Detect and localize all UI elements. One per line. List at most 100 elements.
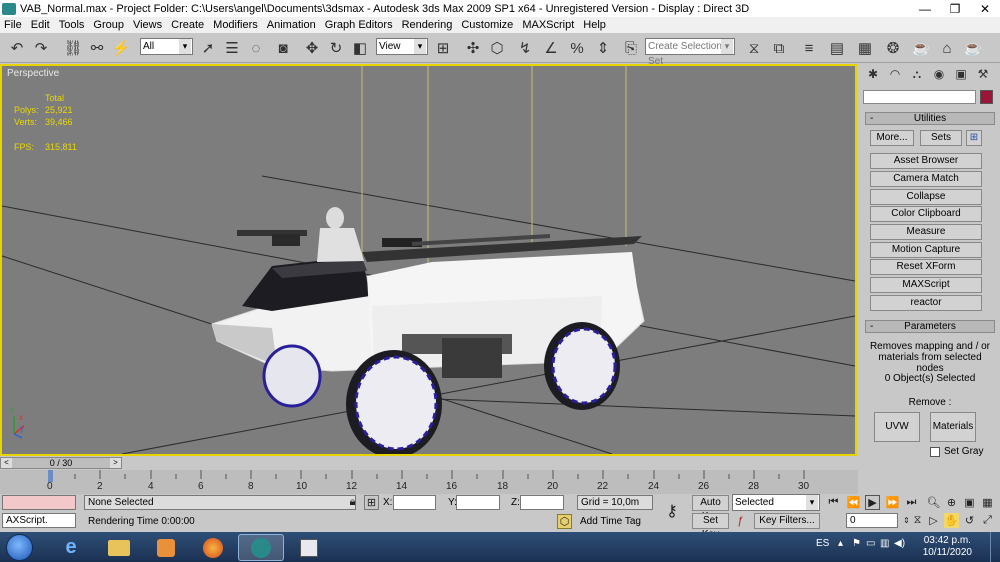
tray-flag-icon[interactable]: ⚑ xyxy=(852,538,861,549)
motion-tab-icon[interactable]: ◉ xyxy=(928,64,950,84)
use-pivot-center-icon[interactable]: ⊞ xyxy=(432,37,454,59)
go-to-end-icon[interactable]: ⏭ xyxy=(904,495,919,510)
zoom-extents-all-icon[interactable]: ▦ xyxy=(980,495,995,510)
window-crossing-icon[interactable]: ◙ xyxy=(272,37,294,59)
minimize-button[interactable]: — xyxy=(910,0,940,17)
mirror-icon[interactable]: ⧖ xyxy=(743,37,765,59)
menu-tools[interactable]: Tools xyxy=(59,19,85,31)
unlink-selection-icon[interactable]: ⚯ xyxy=(86,37,108,59)
track-bar[interactable]: 0 2 4 6 8 10 12 14 16 18 20 22 24 26 28 … xyxy=(0,470,858,494)
language-indicator[interactable]: ES xyxy=(816,538,829,549)
reference-coordinate-dropdown[interactable]: View xyxy=(376,38,428,55)
next-key-icon[interactable]: ⏩ xyxy=(885,495,900,510)
bind-to-space-warp-icon[interactable]: ⚡ xyxy=(110,37,132,59)
angle-snap-icon[interactable]: ∠ xyxy=(540,37,562,59)
restore-button[interactable]: ❐ xyxy=(940,0,970,17)
hierarchy-tab-icon[interactable]: ⛬ xyxy=(906,64,928,84)
motion-capture-button[interactable]: Motion Capture xyxy=(870,242,982,258)
paint-icon[interactable] xyxy=(286,534,332,561)
time-tag-icon[interactable]: ⬡ xyxy=(557,514,572,529)
zoom-icon[interactable]: 🔍︎ xyxy=(926,495,941,510)
internet-explorer-icon[interactable]: e xyxy=(48,534,94,561)
menu-graph-editors[interactable]: Graph Editors xyxy=(325,19,393,31)
key-mode-toggle-icon[interactable]: ⧖ xyxy=(910,513,925,528)
absolute-mode-icon[interactable]: ⊞ xyxy=(364,495,379,510)
system-clock[interactable]: 03:42 p.m. 10/11/2020 xyxy=(923,535,972,559)
maxscript-button[interactable]: MAXScript xyxy=(870,277,982,293)
next-frame-icon[interactable]: > xyxy=(110,458,121,468)
menu-edit[interactable]: Edit xyxy=(31,19,50,31)
color-clipboard-button[interactable]: Color Clipboard xyxy=(870,206,982,222)
go-to-start-icon[interactable]: ⏮ xyxy=(826,495,841,510)
menu-create[interactable]: Create xyxy=(171,19,204,31)
menu-animation[interactable]: Animation xyxy=(267,19,316,31)
previous-frame-icon[interactable]: < xyxy=(1,458,12,468)
parameters-rollout-header[interactable]: - Parameters xyxy=(865,320,995,333)
percent-snap-icon[interactable]: % xyxy=(566,37,588,59)
utilities-tab-icon[interactable]: ⚒ xyxy=(972,64,994,84)
select-and-manipulate-icon[interactable]: ✣ xyxy=(462,37,484,59)
set-key-button[interactable]: Set Key xyxy=(692,513,729,540)
rendered-frame-window-icon[interactable]: ⌂ xyxy=(936,37,958,59)
remove-materials-button[interactable]: Materials xyxy=(930,412,976,442)
select-and-link-icon[interactable]: ⛓ xyxy=(62,37,84,59)
menu-views[interactable]: Views xyxy=(133,19,162,31)
reset-xform-button[interactable]: Reset XForm xyxy=(870,259,982,275)
utilities-rollout-header[interactable]: - Utilities xyxy=(865,112,995,125)
camera-match-button[interactable]: Camera Match xyxy=(870,171,982,187)
modify-tab-icon[interactable]: ◠ xyxy=(884,64,906,84)
x-coordinate-field[interactable] xyxy=(393,495,436,510)
quick-render-icon[interactable]: ☕ xyxy=(962,37,984,59)
measure-button[interactable]: Measure xyxy=(870,224,982,240)
tray-display-icon[interactable]: ▭ xyxy=(866,538,875,549)
menu-maxscript[interactable]: MAXScript xyxy=(522,19,574,31)
sets-button[interactable]: Sets xyxy=(920,130,962,146)
keyboard-shortcut-override-icon[interactable]: ⬡ xyxy=(486,37,508,59)
maximize-viewport-icon[interactable]: ⤢ xyxy=(980,513,995,528)
select-object-icon[interactable]: ➚ xyxy=(197,37,219,59)
align-icon[interactable]: ⧉ xyxy=(768,37,790,59)
default-in-out-tangents-icon[interactable]: ƒ xyxy=(733,513,748,528)
tray-volume-icon[interactable]: ◀) xyxy=(894,538,905,549)
set-key-mode-key-icon[interactable]: ⚷ xyxy=(657,498,687,524)
z-coordinate-field[interactable] xyxy=(520,495,564,510)
curve-editor-icon[interactable]: ▤ xyxy=(826,37,848,59)
asset-browser-button[interactable]: Asset Browser xyxy=(870,153,982,169)
reactor-button[interactable]: reactor xyxy=(870,295,982,311)
named-selection-set-dropdown[interactable]: Create Selection Set xyxy=(645,38,735,67)
snaps-toggle-icon[interactable]: ↯ xyxy=(514,37,536,59)
arc-rotate-icon[interactable]: ↺ xyxy=(962,513,977,528)
more-button[interactable]: More... xyxy=(870,130,914,146)
display-tab-icon[interactable]: ▣ xyxy=(950,64,972,84)
zoom-all-icon[interactable]: ⊕ xyxy=(944,495,959,510)
file-explorer-icon[interactable] xyxy=(96,534,142,561)
create-tab-icon[interactable]: ✱ xyxy=(862,64,884,84)
configure-button-sets-icon[interactable]: ⊞ xyxy=(966,130,982,146)
select-and-move-icon[interactable]: ✥ xyxy=(301,37,323,59)
perspective-viewport[interactable]: Perspective Total Polys: 25,921 Verts: 39,… xyxy=(0,64,857,456)
media-player-icon[interactable] xyxy=(143,534,189,561)
show-desktop-button[interactable] xyxy=(990,532,1000,562)
key-mode-dropdown[interactable]: Selected xyxy=(732,494,820,511)
start-button[interactable] xyxy=(6,534,33,561)
selection-filter-dropdown[interactable]: All xyxy=(140,38,193,55)
add-time-tag-label[interactable]: Add Time Tag xyxy=(580,515,641,528)
tray-chevron-icon[interactable]: ▴ xyxy=(838,538,843,549)
key-filters-button[interactable]: Key Filters... xyxy=(754,513,820,529)
schematic-view-icon[interactable]: ▦ xyxy=(854,37,876,59)
previous-key-icon[interactable]: ⏪ xyxy=(846,495,861,510)
menu-rendering[interactable]: Rendering xyxy=(402,19,453,31)
remove-uvw-button[interactable]: UVW xyxy=(874,412,920,442)
menu-file[interactable]: File xyxy=(4,19,22,31)
object-color-swatch[interactable] xyxy=(980,90,993,104)
lock-selection-icon[interactable]: 🔒︎ xyxy=(345,495,360,510)
close-button[interactable]: ✕ xyxy=(970,0,1000,17)
menu-customize[interactable]: Customize xyxy=(461,19,513,31)
menu-modifiers[interactable]: Modifiers xyxy=(213,19,258,31)
menu-group[interactable]: Group xyxy=(93,19,124,31)
play-animation-icon[interactable]: ▶ xyxy=(865,495,880,510)
firefox-icon[interactable] xyxy=(190,534,236,561)
tray-network-icon[interactable]: ▥ xyxy=(880,538,889,549)
set-gray-checkbox[interactable] xyxy=(930,447,940,457)
spinner-snap-icon[interactable]: ⇕ xyxy=(592,37,614,59)
